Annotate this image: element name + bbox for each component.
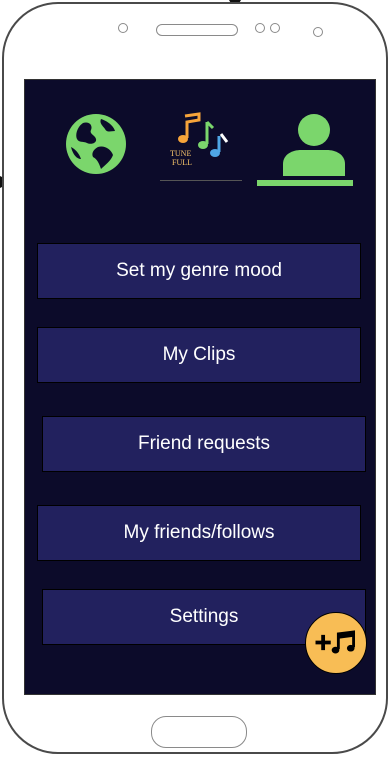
my-friends-follows-button[interactable]: My friends/follows <box>37 505 361 561</box>
add-music-fab[interactable] <box>305 612 367 674</box>
home-button[interactable] <box>151 716 247 748</box>
tunefull-logo[interactable]: TUNE FULL <box>165 112 235 174</box>
phone-frame: TUNE FULL Set my genre mood My Clips Fri… <box>2 2 388 754</box>
my-clips-label: My Clips <box>162 344 236 365</box>
logo-text-line1: TUNE <box>170 149 191 158</box>
app-screen: TUNE FULL Set my genre mood My Clips Fri… <box>24 79 376 695</box>
friend-requests-button[interactable]: Friend requests <box>42 416 366 472</box>
sensor-dot-3 <box>313 27 323 37</box>
logo-text-line2: FULL <box>172 158 192 167</box>
sensor-dot-1 <box>255 23 265 33</box>
person-icon[interactable] <box>279 112 349 177</box>
active-tab-indicator <box>257 180 353 186</box>
speaker-grille <box>156 24 238 36</box>
set-genre-mood-label: Set my genre mood <box>116 260 282 281</box>
add-music-icon <box>315 630 356 654</box>
my-clips-button[interactable]: My Clips <box>37 327 361 383</box>
logo-divider <box>160 180 242 181</box>
settings-label: Settings <box>169 606 239 627</box>
set-genre-mood-button[interactable]: Set my genre mood <box>37 243 361 299</box>
sensor-dot-2 <box>270 23 280 33</box>
front-camera <box>118 23 128 33</box>
my-friends-follows-label: My friends/follows <box>123 522 275 543</box>
friend-requests-label: Friend requests <box>137 433 270 454</box>
globe-icon[interactable] <box>65 113 127 175</box>
